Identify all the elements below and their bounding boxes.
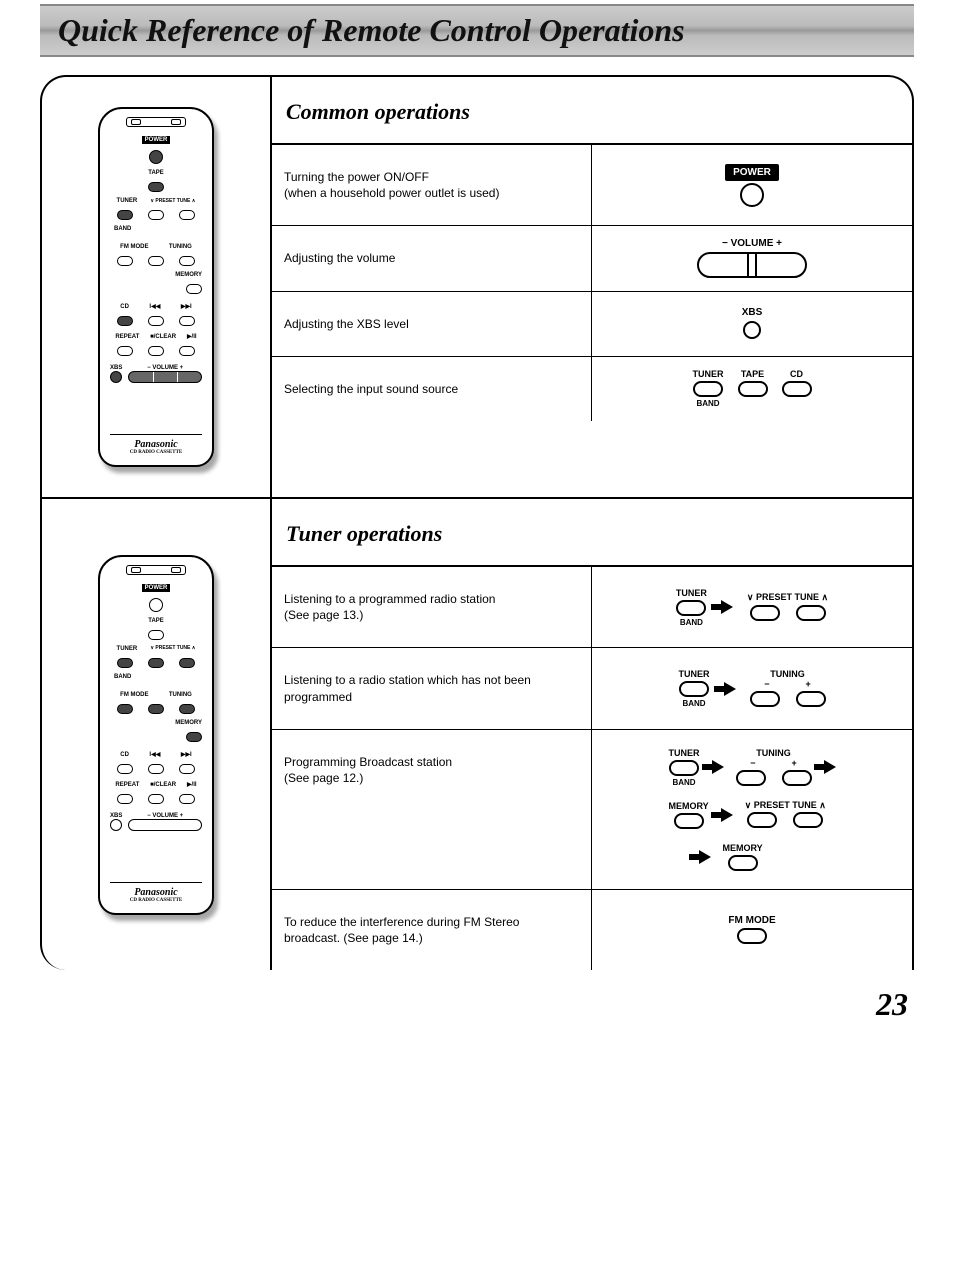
op-row: Listening to a programmed radio station … [272, 567, 912, 648]
page-title-banner: Quick Reference of Remote Control Operat… [40, 4, 914, 57]
fm-mode-button-icon [737, 928, 767, 944]
op-row: To reduce the interference during FM Ste… [272, 890, 912, 970]
op-desc: Turning the power ON/OFF (when a househo… [272, 145, 592, 225]
preset-down-icon [750, 605, 780, 621]
section-common: POWER TAPE TUNER ∨ PRESET TUNE ∧ BAND [42, 77, 912, 499]
preset-up-icon [796, 605, 826, 621]
section-tuner: POWER TAPE TUNER ∨ PRESET TUNE ∧ BAND [42, 499, 912, 970]
op-row: Adjusting the volume − VOLUME + [272, 226, 912, 291]
page-number: 23 [40, 970, 914, 1023]
arrow-right-icon [699, 850, 711, 864]
arrow-right-icon [824, 760, 836, 774]
remote-illustration-common: POWER TAPE TUNER ∨ PRESET TUNE ∧ BAND [42, 77, 272, 497]
power-button-icon [740, 183, 764, 207]
remote-brand: PanasonicCD RADIO CASSETTE [110, 434, 202, 455]
op-graphic-xbs: XBS [592, 292, 912, 356]
volume-bar-icon [697, 252, 807, 278]
section-heading-common: Common operations [272, 77, 912, 145]
op-desc: Selecting the input sound source [272, 357, 592, 421]
cd-button-icon [782, 381, 812, 397]
op-row: Adjusting the XBS level XBS [272, 292, 912, 357]
xbs-button-icon [743, 321, 761, 339]
op-graphic-programming: TUNER BAND TUNING −+ [592, 730, 912, 889]
remote-power-button [149, 150, 163, 164]
op-graphic-tuner-preset: TUNER BAND ∨ PRESET TUNE ∧ [592, 567, 912, 647]
remote-power-label: POWER [142, 136, 171, 144]
op-graphic-volume: − VOLUME + [592, 226, 912, 290]
op-row: Listening to a radio station which has n… [272, 648, 912, 729]
remote-control-diagram: POWER TAPE TUNER ∨ PRESET TUNE ∧ BAND [98, 107, 214, 467]
remote-preset-up [179, 210, 195, 220]
remote-tuner-button [117, 210, 133, 220]
tape-button-icon [738, 381, 768, 397]
power-label-icon: POWER [725, 164, 779, 181]
op-graphic-sources: TUNER BAND TAPE CD [592, 357, 912, 421]
op-row: Programming Broadcast station (See page … [272, 730, 912, 890]
reference-table: POWER TAPE TUNER ∨ PRESET TUNE ∧ BAND [40, 75, 914, 970]
remote-tape-button [148, 182, 164, 192]
arrow-right-icon [721, 600, 733, 614]
op-row: Selecting the input sound source TUNER B… [272, 357, 912, 421]
tuner-button-icon [676, 600, 706, 616]
remote-control-diagram: POWER TAPE TUNER ∨ PRESET TUNE ∧ BAND [98, 555, 214, 915]
tuning-plus-icon [796, 691, 826, 707]
op-graphic-fm-mode: FM MODE [592, 890, 912, 970]
remote-volume-bar [128, 371, 202, 383]
op-graphic-power: POWER [592, 145, 912, 225]
tuner-button-icon [693, 381, 723, 397]
op-graphic-tuner-tuning: TUNER BAND TUNING −+ [592, 648, 912, 728]
remote-preset-down [148, 210, 164, 220]
memory-button-icon [728, 855, 758, 871]
page-title: Quick Reference of Remote Control Operat… [58, 12, 896, 49]
op-desc: Adjusting the XBS level [272, 292, 592, 356]
arrow-right-icon [724, 682, 736, 696]
tuning-minus-icon [750, 691, 780, 707]
section-heading-tuner: Tuner operations [272, 499, 912, 567]
arrow-right-icon [721, 808, 733, 822]
memory-button-icon [674, 813, 704, 829]
op-desc: Adjusting the volume [272, 226, 592, 290]
op-row: Turning the power ON/OFF (when a househo… [272, 145, 912, 226]
remote-illustration-tuner: POWER TAPE TUNER ∨ PRESET TUNE ∧ BAND [42, 499, 272, 970]
arrow-right-icon [712, 760, 724, 774]
